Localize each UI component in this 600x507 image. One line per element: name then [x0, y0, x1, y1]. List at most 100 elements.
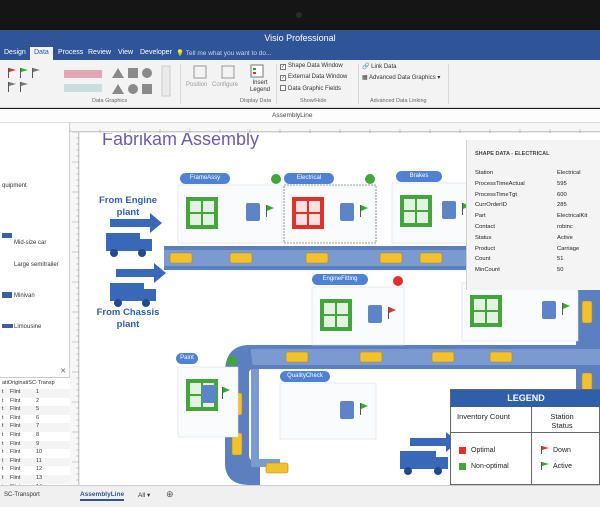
tab-developer[interactable]: Developer: [140, 49, 172, 56]
configure-button[interactable]: Configure: [212, 82, 238, 88]
app-title: Visio Professional: [264, 33, 336, 43]
cell-origin: Flint: [10, 423, 21, 430]
shape-data-row[interactable]: Count 51: [475, 256, 599, 267]
position-button[interactable]: Position: [186, 82, 207, 88]
table-row[interactable]: t Flint 6: [0, 414, 70, 424]
shape-data-row[interactable]: Contact robinc: [475, 224, 599, 235]
gallery-shapes-icon: [112, 68, 152, 94]
cell-prefix: t: [2, 432, 4, 438]
shape-data-value: 51: [557, 256, 564, 263]
shape-mid-size-car[interactable]: Mid-size car: [14, 240, 46, 246]
cell-origin: Flint: [10, 475, 21, 481]
insert-legend-button[interactable]: Insert Legend: [246, 80, 274, 94]
shape-data-row[interactable]: Product Carriage: [475, 246, 599, 257]
station-label-enginefitting[interactable]: EngineFitting: [312, 274, 368, 285]
table-row[interactable]: t Flint 8: [0, 432, 70, 441]
shape-data-window-checkbox[interactable]: ✓ Shape Data Window: [280, 63, 343, 70]
tab-data[interactable]: Data: [30, 47, 53, 60]
graphics-icon: ▦: [362, 75, 368, 81]
stencil-equipment[interactable]: quipment: [2, 183, 27, 189]
inventory-cell: [309, 201, 320, 212]
all-pages-tab[interactable]: All ▾: [138, 491, 150, 499]
tab-process[interactable]: Process: [58, 49, 83, 56]
shape-data-row[interactable]: Station Electrical: [475, 170, 599, 181]
from-chassis-line1: From Chassis: [97, 307, 160, 318]
add-page-icon[interactable]: ⊕: [166, 489, 174, 500]
chassis-truck-icon: [110, 263, 166, 307]
cell-origin: Flint: [10, 466, 21, 473]
cell-id: 2: [36, 397, 40, 404]
station-label-qualitycheck[interactable]: QualityCheck: [280, 371, 330, 382]
status-dot-icon: [393, 276, 403, 286]
shape-data-row[interactable]: Part ElectricalKit: [475, 213, 599, 224]
inventory-cell: [203, 201, 214, 212]
camera: [296, 12, 302, 18]
station-label-electrical[interactable]: Electrical: [284, 173, 334, 184]
station-label-brakes[interactable]: Brakes: [396, 171, 442, 182]
data-graphic-fields-checkbox[interactable]: Data Graphic Fields: [280, 85, 341, 92]
shape-minivan[interactable]: Minivan: [14, 293, 35, 299]
station-label-frameassy[interactable]: FrameAssy: [180, 173, 230, 184]
car-icon: [265, 462, 289, 474]
machine-icon: [202, 385, 216, 403]
cell-id: 7: [36, 423, 40, 430]
shape-limousine[interactable]: Limousine: [14, 324, 41, 330]
inventory-cell: [487, 312, 498, 323]
chevron-down-icon: ▾: [147, 492, 151, 499]
station-label-paint[interactable]: Paint: [176, 353, 198, 364]
external-data-window-checkbox[interactable]: ✓ External Data Window: [280, 74, 347, 81]
shape-data-row[interactable]: Status Active: [475, 235, 599, 246]
from-engine-line2: plant: [117, 207, 141, 218]
car-icon: [2, 233, 12, 238]
link-data-button[interactable]: 🔗 Link Data: [362, 63, 397, 70]
data-graphics-gallery[interactable]: [2, 64, 180, 98]
data-header: atiOriginatiSC-Transp: [2, 380, 55, 386]
table-row[interactable]: t Flint 9: [0, 440, 70, 450]
legend-down: Down: [553, 447, 571, 454]
status-dot-icon: [227, 356, 237, 366]
document-title: AssemblyLine: [272, 112, 313, 119]
flag-pole: [360, 403, 361, 415]
car-icon: [431, 351, 455, 363]
table-row[interactable]: t Flint 2: [0, 397, 70, 407]
car-icon: [169, 252, 193, 264]
lightbulb-icon: 💡: [176, 50, 185, 57]
inventory-cell: [190, 396, 201, 407]
table-row[interactable]: t Flint 7: [0, 423, 70, 432]
legend-col-inventory: Inventory Count: [457, 412, 510, 421]
table-row[interactable]: t Flint 1: [0, 389, 70, 398]
advanced-data-graphics-button[interactable]: ▦ Advanced Data Graphics ▾: [362, 74, 440, 81]
cell-prefix: t: [2, 457, 4, 464]
inventory-cell: [474, 299, 485, 310]
tab-design[interactable]: Design: [4, 49, 26, 56]
shape-data-row[interactable]: MinCount 50: [475, 267, 599, 278]
from-chassis-line2: plant: [117, 319, 141, 330]
tab-view[interactable]: View: [118, 49, 133, 56]
table-row[interactable]: t Flint 13: [0, 475, 70, 484]
page-tab-assemblyline[interactable]: AssemblyLine: [80, 491, 125, 501]
shape-data-key: CurrOrderID: [475, 202, 507, 209]
ruler-left: [70, 131, 79, 485]
table-row[interactable]: t Flint 12: [0, 466, 70, 475]
group-label-show-hide: Show/Hide: [300, 98, 327, 104]
inventory-cell: [337, 316, 348, 327]
shape-data-value: 50: [557, 267, 564, 274]
data-tab-label[interactable]: SC-Transport: [4, 492, 40, 498]
shape-data-row[interactable]: ProcessTimeActual 595: [475, 181, 599, 192]
tell-me-box[interactable]: 💡 Tell me what you want to do...: [176, 49, 271, 57]
table-row[interactable]: t Flint 5: [0, 406, 70, 415]
flag-pole: [462, 203, 463, 215]
green-flag-icon: [541, 462, 549, 470]
close-icon[interactable]: ✕: [60, 367, 66, 375]
table-row[interactable]: t Flint 11: [0, 457, 70, 467]
shape-large-semitrailer[interactable]: Large semitrailer: [14, 261, 64, 269]
shape-data-value: Electrical: [557, 170, 581, 176]
shape-data-key: Product: [475, 245, 495, 252]
from-engine-line1: From Engine: [99, 195, 157, 206]
table-row[interactable]: t Flint 10: [0, 449, 70, 458]
shape-data-row[interactable]: ProcessTimeTgt 600: [475, 192, 599, 203]
legend-icon: [250, 64, 264, 78]
inventory-cell: [417, 212, 428, 223]
tab-review[interactable]: Review: [88, 49, 111, 56]
shape-data-row[interactable]: CurrOrderID 285: [475, 202, 599, 213]
